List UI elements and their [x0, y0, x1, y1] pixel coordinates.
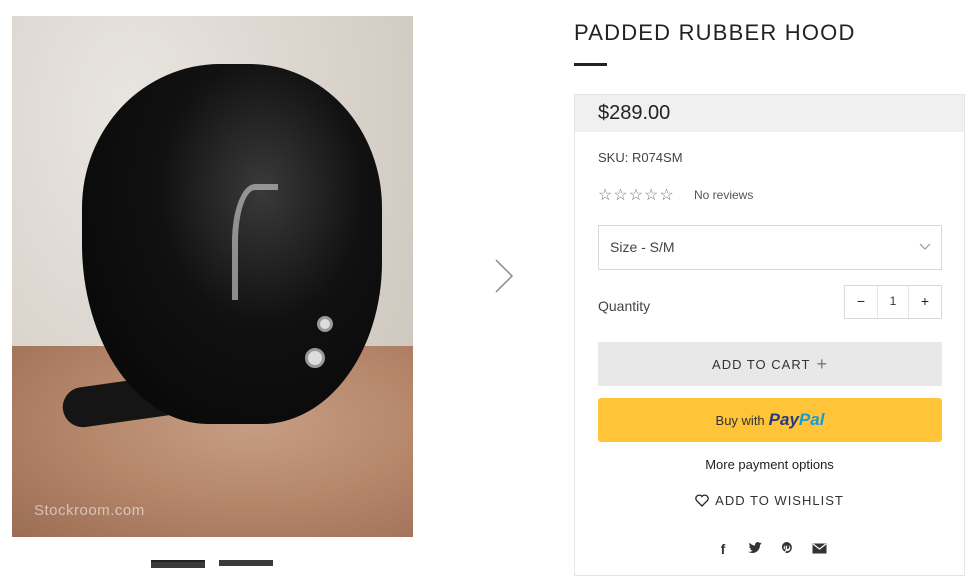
image-watermark: Stockroom.com: [34, 502, 145, 519]
thumbnail[interactable]: [219, 560, 273, 566]
add-to-cart-button[interactable]: ADD TO CART +: [598, 342, 942, 386]
facebook-icon[interactable]: f: [713, 541, 733, 557]
size-select[interactable]: Size - S/M: [598, 225, 942, 270]
plus-icon: +: [816, 354, 828, 374]
size-select-value: Size - S/M: [610, 239, 675, 255]
product-sku: SKU: R074SM: [598, 150, 683, 165]
quantity-label: Quantity: [598, 298, 651, 314]
heart-icon: [695, 494, 709, 507]
quantity-input[interactable]: 1: [877, 286, 909, 318]
paypal-prefix: Buy with: [715, 413, 765, 428]
star-rating-icon[interactable]: ☆☆☆☆☆: [598, 185, 675, 205]
paypal-button[interactable]: Buy with PayPal: [598, 398, 942, 442]
email-icon[interactable]: [809, 541, 829, 557]
add-to-cart-label: ADD TO CART: [712, 357, 811, 372]
thumbnail[interactable]: [151, 560, 205, 568]
quantity-decrease-button[interactable]: −: [845, 286, 878, 318]
reviews-count[interactable]: No reviews: [694, 188, 753, 202]
more-payment-options-link[interactable]: More payment options: [575, 457, 964, 472]
image-eyelet: [305, 348, 325, 368]
product-title: PADDED RUBBER HOOD: [574, 20, 856, 45]
twitter-icon[interactable]: [745, 541, 765, 557]
image-eyelet: [317, 316, 333, 332]
purchase-panel: $289.00 SKU: R074SM ☆☆☆☆☆ No reviews Siz…: [574, 94, 965, 576]
image-hood: [82, 64, 382, 424]
quantity-stepper: − 1 +: [844, 285, 942, 319]
quantity-increase-button[interactable]: +: [908, 286, 941, 318]
chevron-down-icon: [919, 243, 931, 250]
product-image[interactable]: Stockroom.com: [12, 16, 413, 537]
paypal-logo-pal: Pal: [798, 410, 825, 429]
pinterest-icon[interactable]: [777, 541, 797, 557]
product-price: $289.00: [598, 102, 671, 124]
price-bar: $289.00: [575, 95, 964, 132]
wishlist-label: ADD TO WISHLIST: [715, 493, 844, 508]
paypal-logo-pay: Pay: [768, 410, 799, 429]
title-divider: [574, 63, 607, 66]
add-to-wishlist-button[interactable]: ADD TO WISHLIST: [575, 493, 964, 508]
image-highlight: [232, 184, 278, 300]
chevron-right-icon[interactable]: [490, 258, 516, 294]
